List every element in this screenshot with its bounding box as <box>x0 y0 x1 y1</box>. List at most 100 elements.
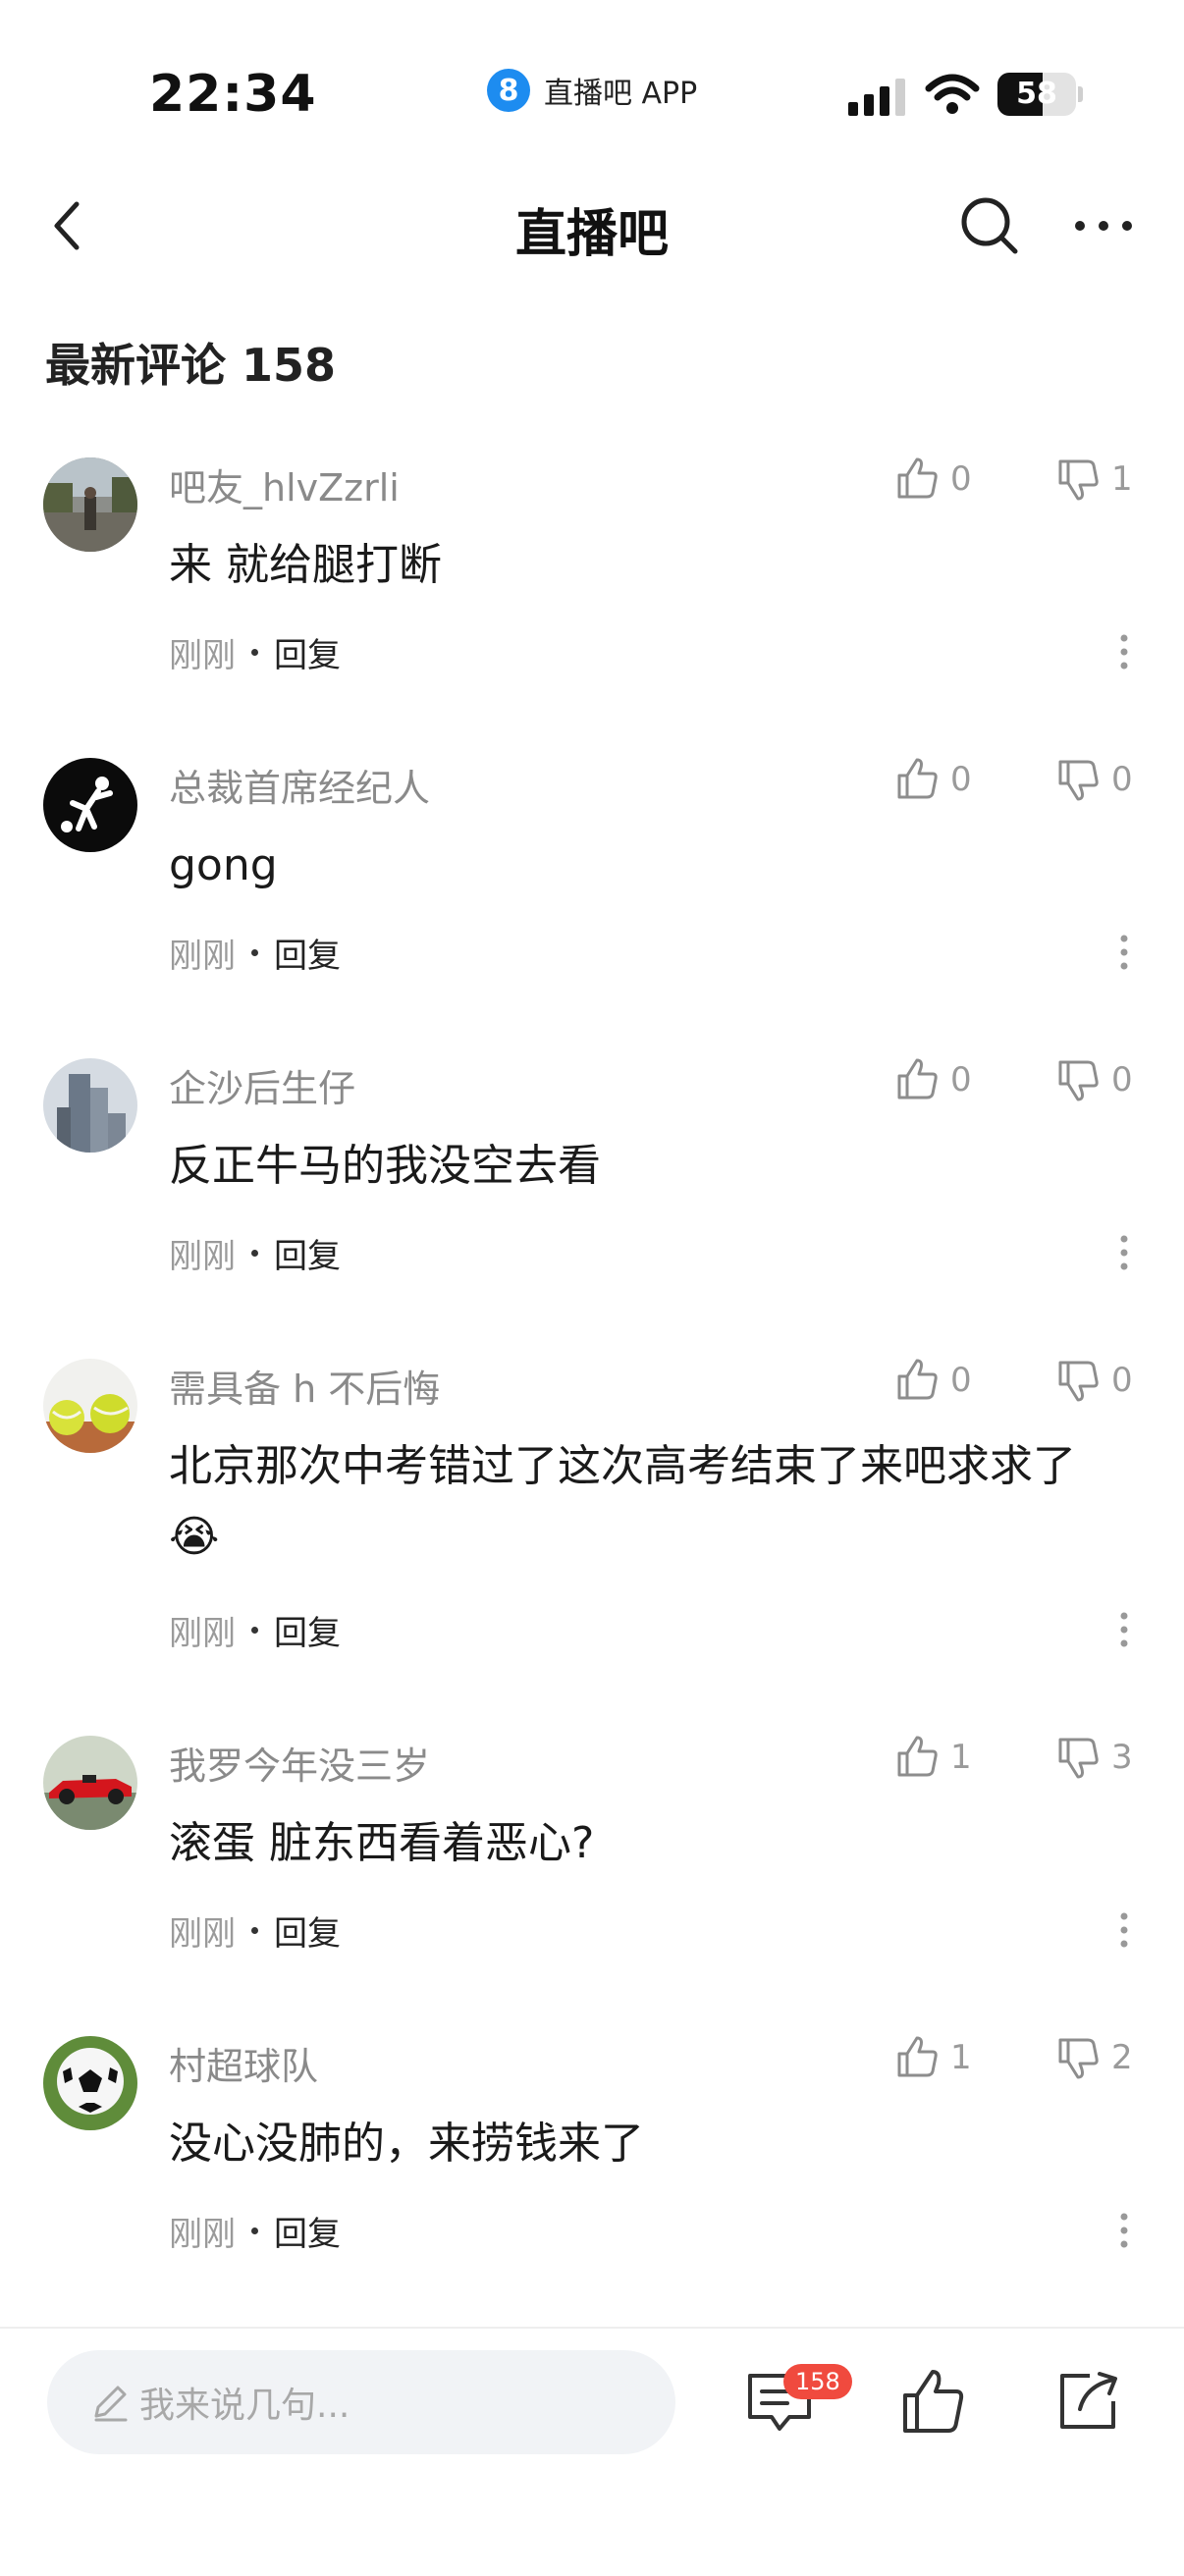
comment-input[interactable]: 我来说几句... <box>47 2350 675 2454</box>
dislike-count: 0 <box>1111 1060 1133 1100</box>
status-time: 22:34 <box>149 65 317 124</box>
reply-button[interactable]: 回复 <box>274 1606 341 1654</box>
navigation-bar: 直播吧 <box>0 177 1184 275</box>
like-count: 0 <box>950 760 972 799</box>
share-icon[interactable] <box>1050 2364 1125 2439</box>
comment-text: 来 就给腿打断 <box>169 540 442 590</box>
comment-item: 我罗今年没三岁 1 3 滚蛋 脏东西看着恶心? 刚刚 回复 <box>0 1710 1184 2011</box>
more-vertical-icon[interactable] <box>1107 1906 1141 1954</box>
dislike-count: 2 <box>1111 2038 1133 2077</box>
separator-dot <box>251 949 258 956</box>
thumbs-up-icon <box>897 1736 938 1777</box>
like-button[interactable]: 1 <box>893 2034 972 2081</box>
dislike-count: 1 <box>1111 459 1133 499</box>
reply-button[interactable]: 回复 <box>274 628 341 676</box>
more-vertical-icon[interactable] <box>1107 628 1141 675</box>
comment-meta: 刚刚 回复 <box>169 1229 341 1277</box>
comment-text: 北京那次中考错过了这次高考结束了来吧求求了😭 <box>169 1441 1076 1562</box>
thumbs-up-icon <box>897 2036 938 2077</box>
section-title: 最新评论 158 <box>45 339 337 392</box>
status-bar: 22:34 8 直播吧 APP 58 <box>0 0 1184 177</box>
like-count: 0 <box>950 459 972 499</box>
dislike-button[interactable]: 2 <box>1054 2034 1133 2081</box>
separator-dot <box>251 649 258 656</box>
dislike-button[interactable]: 0 <box>1054 1357 1133 1404</box>
return-to-app-indicator[interactable]: 8 直播吧 APP <box>487 69 697 112</box>
comment-input-placeholder: 我来说几句... <box>139 2386 350 2426</box>
comment-meta: 刚刚 回复 <box>169 929 341 977</box>
search-icon[interactable] <box>954 190 1025 261</box>
separator-dot <box>251 1927 258 1934</box>
comment-text: gong <box>169 840 278 890</box>
like-count: 1 <box>950 1738 972 1777</box>
more-vertical-icon[interactable] <box>1107 1606 1141 1653</box>
comment-username[interactable]: 我罗今年没三岁 <box>169 1736 430 1790</box>
like-count: 1 <box>950 2038 972 2077</box>
avatar[interactable] <box>43 2036 137 2130</box>
more-vertical-icon[interactable] <box>1107 2207 1141 2254</box>
like-button[interactable]: 0 <box>893 456 972 503</box>
thumbs-down-icon <box>1058 459 1099 501</box>
like-button[interactable]: 1 <box>893 1734 972 1781</box>
dislike-count: 0 <box>1111 1361 1133 1400</box>
dislike-button[interactable]: 0 <box>1054 1056 1133 1103</box>
pencil-icon <box>94 2386 128 2422</box>
avatar[interactable] <box>43 457 137 552</box>
avatar[interactable] <box>43 1359 137 1453</box>
comment-username[interactable]: 需具备 h 不后悔 <box>169 1359 440 1413</box>
more-vertical-icon[interactable] <box>1107 1229 1141 1276</box>
like-button[interactable]: 0 <box>893 1357 972 1404</box>
like-count: 0 <box>950 1060 972 1100</box>
comment-username[interactable]: 总裁首席经纪人 <box>169 758 430 812</box>
comment-item: 企沙后生仔 0 0 反正牛马的我没空去看 刚刚 回复 <box>0 1033 1184 1333</box>
signal-icon <box>848 77 905 116</box>
reply-button[interactable]: 回复 <box>274 1906 341 1955</box>
more-vertical-icon[interactable] <box>1107 929 1141 976</box>
comment-time: 刚刚 <box>169 1914 236 1954</box>
comment-item: 需具备 h 不后悔 0 0 北京那次中考错过了这次高考结束了来吧求求了😭 刚刚 … <box>0 1333 1184 1710</box>
comment-meta: 刚刚 回复 <box>169 1606 341 1654</box>
reply-button[interactable]: 回复 <box>274 929 341 977</box>
comment-text: 滚蛋 脏东西看着恶心? <box>169 1818 595 1868</box>
comment-time: 刚刚 <box>169 1237 236 1276</box>
thumbs-up-icon <box>897 457 938 499</box>
avatar[interactable] <box>43 758 137 852</box>
thumbs-down-icon <box>1058 1060 1099 1101</box>
like-icon[interactable] <box>895 2364 970 2439</box>
thumbs-down-icon <box>1058 2038 1099 2079</box>
reply-button[interactable]: 回复 <box>274 2207 341 2255</box>
thumbs-up-icon <box>897 1058 938 1100</box>
comment-time: 刚刚 <box>169 1614 236 1653</box>
like-count: 0 <box>950 1361 972 1400</box>
dislike-button[interactable]: 1 <box>1054 456 1133 503</box>
comment-username[interactable]: 企沙后生仔 <box>169 1058 355 1112</box>
like-button[interactable]: 0 <box>893 756 972 803</box>
comment-text: 没心没肺的，来捞钱来了 <box>169 2119 644 2169</box>
separator-dot <box>251 2227 258 2234</box>
separator-dot <box>251 1627 258 1634</box>
thumbs-down-icon <box>1058 1738 1099 1779</box>
app-logo-icon: 8 <box>487 69 530 112</box>
comment-text: 反正牛马的我没空去看 <box>169 1141 601 1191</box>
thumbs-down-icon <box>1058 760 1099 801</box>
wifi-icon <box>925 74 980 114</box>
separator-dot <box>251 1250 258 1257</box>
avatar[interactable] <box>43 1058 137 1153</box>
comment-meta: 刚刚 回复 <box>169 628 341 676</box>
like-button[interactable]: 0 <box>893 1056 972 1103</box>
comment-time: 刚刚 <box>169 636 236 675</box>
comment-item: 总裁首席经纪人 0 0 gong 刚刚 回复 <box>0 732 1184 1033</box>
comment-item: 吧友_hlvZzrli 0 1 来 就给腿打断 刚刚 回复 <box>0 432 1184 732</box>
comment-meta: 刚刚 回复 <box>169 2207 341 2255</box>
more-horizontal-icon[interactable] <box>1068 190 1139 261</box>
avatar[interactable] <box>43 1736 137 1830</box>
comment-username[interactable]: 村超球队 <box>169 2036 318 2090</box>
dislike-button[interactable]: 0 <box>1054 756 1133 803</box>
reply-button[interactable]: 回复 <box>274 1229 341 1277</box>
battery-level: 58 <box>1016 77 1057 111</box>
comment-count-badge: 158 <box>783 2364 852 2399</box>
comment-list: 吧友_hlvZzrli 0 1 来 就给腿打断 刚刚 回复 总裁首席经纪人 0 … <box>0 432 1184 2311</box>
dislike-button[interactable]: 3 <box>1054 1734 1133 1781</box>
bottom-action-bar: 我来说几句... 158 <box>0 2327 1184 2576</box>
comment-username[interactable]: 吧友_hlvZzrli <box>169 457 400 511</box>
